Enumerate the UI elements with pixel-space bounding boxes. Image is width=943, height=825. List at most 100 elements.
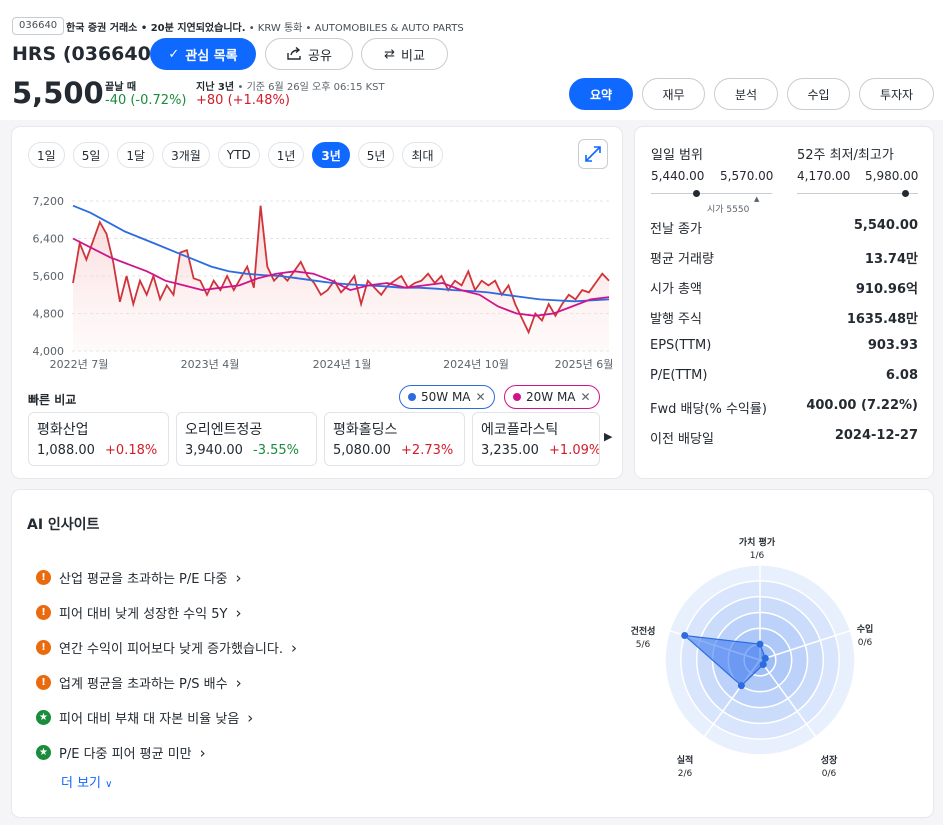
ma20-label: 20W MA bbox=[526, 390, 576, 404]
sector-text: • AUTOMOBILES & AUTO PARTS bbox=[305, 23, 464, 34]
insight-text: 연간 수익이 피어보다 낮게 증가했습니다. bbox=[59, 642, 283, 657]
stat-label: 이전 배당일 bbox=[650, 432, 714, 447]
close-icon[interactable]: ✕ bbox=[581, 390, 591, 404]
chevron-right-icon: › bbox=[235, 568, 242, 587]
show-more-link[interactable]: 더 보기 ∨ bbox=[61, 772, 112, 791]
radar-axis-score: 1/6 bbox=[749, 551, 765, 561]
range-max[interactable]: 최대 bbox=[402, 142, 443, 168]
y-tick-label: 7,200 bbox=[33, 195, 65, 208]
warning-icon: ! bbox=[36, 570, 51, 585]
insight-item[interactable]: ! 연간 수익이 피어보다 낮게 증가했습니다. › bbox=[36, 638, 297, 657]
peer-card[interactable]: 평화산업 1,088.00 +0.18% bbox=[28, 412, 169, 466]
chevron-down-icon: ∨ bbox=[105, 779, 113, 790]
y-tick-label: 6,400 bbox=[33, 233, 65, 246]
range-ytd[interactable]: YTD bbox=[217, 142, 260, 168]
tab-analysis[interactable]: 분석 bbox=[714, 78, 778, 110]
ma20-toggle[interactable]: 20W MA ✕ bbox=[504, 385, 600, 409]
star-icon: ★ bbox=[36, 745, 51, 760]
range-1d[interactable]: 1일 bbox=[28, 142, 65, 168]
expand-icon bbox=[585, 146, 601, 162]
close-change: -40 (-0.72%) bbox=[105, 93, 187, 108]
insight-text: 피어 대비 낮게 성장한 수익 5Y bbox=[59, 607, 228, 622]
stat-label: P/E(TTM) bbox=[650, 368, 708, 383]
stat-value: 400.00 (7.22%) bbox=[806, 398, 918, 413]
insight-item[interactable]: ★ 피어 대비 부채 대 자본 비율 낮음 › bbox=[36, 708, 253, 727]
radar-label: 성장 0/6 bbox=[799, 755, 859, 781]
peer-change: +2.73% bbox=[401, 443, 454, 458]
range-3m[interactable]: 3개월 bbox=[162, 142, 210, 168]
page-title: HRS (036640) bbox=[12, 43, 160, 65]
stat-value: 910.96억 bbox=[855, 282, 918, 297]
ma50-toggle[interactable]: 50W MA ✕ bbox=[399, 385, 495, 409]
tab-earnings[interactable]: 수입 bbox=[787, 78, 850, 110]
stat-row: Fwd 배당(% 수익률) 400.00 (7.22%) bbox=[650, 398, 918, 417]
radar-axis-name: 수입 bbox=[856, 625, 874, 635]
stat-row: 이전 배당일 2024-12-27 bbox=[650, 428, 918, 447]
radar-label: 건전성 5/6 bbox=[613, 626, 673, 652]
wk52-high: 5,980.00 bbox=[865, 169, 919, 183]
stat-value: 6.08 bbox=[885, 368, 918, 383]
range-3y[interactable]: 3년 bbox=[312, 142, 350, 168]
radar-label: 수입 0/6 bbox=[835, 624, 895, 650]
x-tick-label: 2024년 10월 bbox=[443, 358, 509, 371]
period-info: 지난 3년 • 기준 6월 26일 오후 06:15 KST bbox=[196, 78, 385, 93]
share-icon bbox=[287, 47, 301, 60]
stat-row: 발행 주식 1635.48만 bbox=[650, 308, 918, 327]
stat-value: 1635.48만 bbox=[846, 312, 918, 327]
radar-axis-name: 성장 bbox=[820, 756, 838, 766]
wk52-low: 4,170.00 bbox=[797, 169, 851, 183]
insight-item[interactable]: ! 피어 대비 낮게 성장한 수익 5Y › bbox=[36, 603, 241, 622]
quote-tabs: 요약 재무 분석 수입 투자자 bbox=[569, 78, 934, 110]
close-icon[interactable]: ✕ bbox=[476, 390, 486, 404]
price-chart[interactable]: 7,200 6,400 5,600 4,800 4,0002022년 7월 2023년 4… bbox=[20, 185, 615, 375]
close-label: 끝날 때 bbox=[105, 82, 137, 93]
radar-point bbox=[756, 640, 764, 648]
peer-name: 평화산업 bbox=[37, 422, 89, 438]
peer-quote: 3,940.00 -3.55% bbox=[185, 443, 308, 458]
range-1y[interactable]: 1년 bbox=[267, 142, 305, 168]
chevron-right-icon: › bbox=[199, 743, 206, 762]
radar-point bbox=[737, 682, 745, 690]
range-1m[interactable]: 1달 bbox=[117, 142, 155, 168]
expand-chart-button[interactable] bbox=[578, 139, 608, 169]
radar-axis-score: 0/6 bbox=[857, 638, 873, 648]
stat-row: 시가 총액 910.96억 bbox=[650, 278, 918, 297]
peer-price: 5,080.00 bbox=[333, 443, 391, 458]
star-icon: ★ bbox=[36, 710, 51, 725]
range-5d[interactable]: 5일 bbox=[72, 142, 110, 168]
exchange-info: 한국 증권 거래소 • 20분 지연되었습니다. • KRW 통화 • AUTO… bbox=[66, 19, 464, 34]
watchlist-button[interactable]: ✓ 관심 목록 bbox=[150, 38, 256, 70]
stat-value: 13.74만 bbox=[864, 252, 918, 267]
check-icon: ✓ bbox=[168, 46, 180, 62]
peer-card[interactable]: 에코플라스틱 3,235.00 +1.09% bbox=[472, 412, 600, 466]
wk52-bar bbox=[797, 193, 918, 194]
tab-financials[interactable]: 재무 bbox=[642, 78, 705, 110]
swap-icon: ⇄ bbox=[384, 46, 395, 62]
insight-item[interactable]: ★ P/E 다중 피어 평균 미만 › bbox=[36, 743, 206, 762]
stat-row: EPS(TTM) 903.93 bbox=[650, 338, 918, 353]
insight-item[interactable]: ! 산업 평균을 초과하는 P/E 다중 › bbox=[36, 568, 242, 587]
range-5y[interactable]: 5년 bbox=[357, 142, 395, 168]
peer-change: +1.09% bbox=[549, 443, 600, 458]
insight-text: 업계 평균을 초과하는 P/S 배수 bbox=[59, 677, 228, 692]
as-of-time: • 기준 6월 26일 오후 06:15 KST bbox=[237, 82, 385, 93]
watchlist-label: 관심 목록 bbox=[185, 48, 238, 64]
chevron-right-icon: › bbox=[247, 708, 254, 727]
peer-card[interactable]: 오리엔트정공 3,940.00 -3.55% bbox=[176, 412, 317, 466]
peer-next-icon[interactable]: ▶ bbox=[604, 430, 612, 443]
day-high: 5,570.00 bbox=[720, 169, 774, 183]
peer-price: 3,235.00 bbox=[481, 443, 539, 458]
peer-card[interactable]: 평화홀딩스 5,080.00 +2.73% bbox=[324, 412, 465, 466]
tab-summary[interactable]: 요약 bbox=[569, 78, 633, 110]
chevron-right-icon: › bbox=[235, 603, 242, 622]
radar-axis-name: 가치 평가 bbox=[738, 538, 776, 548]
ma50-label: 50W MA bbox=[421, 390, 471, 404]
radar-axis-name: 건전성 bbox=[630, 627, 656, 637]
compare-button[interactable]: ⇄ 비교 bbox=[361, 38, 448, 70]
insight-item[interactable]: ! 업계 평균을 초과하는 P/S 배수 › bbox=[36, 673, 242, 692]
tab-investors[interactable]: 투자자 bbox=[859, 78, 934, 110]
stat-value: 2024-12-27 bbox=[834, 428, 918, 443]
radar-chart bbox=[664, 564, 856, 756]
peer-name: 평화홀딩스 bbox=[333, 422, 398, 438]
share-button[interactable]: 공유 bbox=[265, 38, 353, 70]
